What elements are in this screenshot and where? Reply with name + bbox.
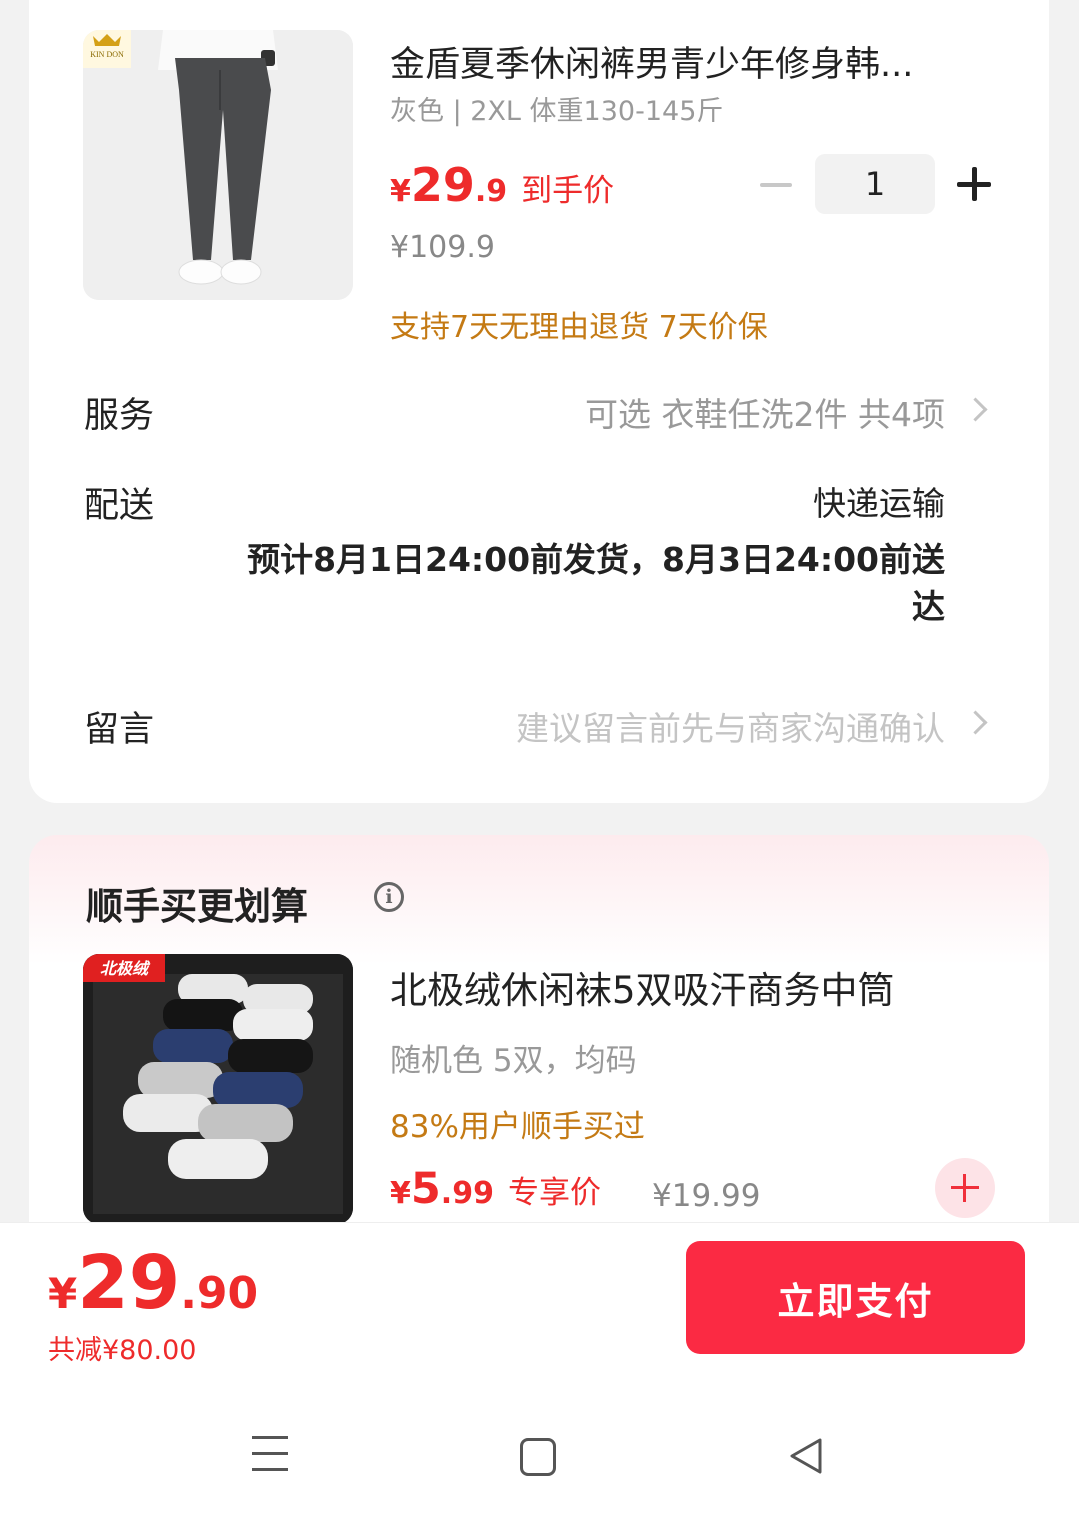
home-icon[interactable] (520, 1438, 556, 1476)
addon-bought-rate: 83%用户顺手买过 (390, 1109, 645, 1145)
product-spec[interactable]: 灰色 | 2XL 体重130-145斤 (390, 89, 723, 128)
message-input[interactable]: 建议留言前先与商家沟通确认 (516, 702, 945, 750)
price-currency: ¥ (390, 1176, 411, 1211)
brand-logo: 北极绒 (100, 959, 151, 978)
total-price: ¥29.90 (48, 1240, 258, 1326)
addon-price: ¥5.99 专享价 (390, 1164, 601, 1214)
guarantee-text: 支持7天无理由退货 7天价保 (390, 310, 768, 345)
total-integer: 29 (77, 1240, 181, 1326)
discount-text: 共减¥80.00 (48, 1335, 197, 1366)
brand-logo: KIN DON (90, 50, 124, 59)
addon-original-price: ¥19.99 (652, 1178, 761, 1214)
price-integer: 29 (410, 158, 475, 212)
delivery-label: 配送 (84, 486, 155, 526)
price-tag: 专享价 (507, 1175, 601, 1211)
product-image[interactable]: KIN DON (83, 30, 353, 300)
price-decimal: .9 (474, 174, 508, 209)
service-label: 服务 (84, 396, 155, 436)
addon-title[interactable]: 北极绒休闲袜5双吸汗商务中筒 (390, 960, 895, 1014)
delivery-estimate: 预计8月1日24:00前发货，8月3日24:00前送 (247, 540, 945, 579)
minus-icon (760, 183, 792, 187)
total-decimal: .90 (180, 1268, 259, 1319)
info-icon[interactable]: i (374, 882, 404, 912)
addon-product-image[interactable]: 北极绒 (83, 954, 353, 1224)
increase-quantity-button[interactable] (955, 162, 995, 206)
menu-icon[interactable] (252, 1436, 288, 1474)
product-title[interactable]: 金盾夏季休闲裤男青少年修身韩... (390, 36, 913, 87)
quantity-input[interactable]: 1 (815, 154, 935, 214)
price-decimal: .99 (440, 1176, 494, 1211)
price-integer: 5 (410, 1164, 441, 1214)
service-value[interactable]: 可选 衣鞋任洗2件 共4项 (585, 388, 945, 436)
message-label: 留言 (84, 710, 155, 750)
total-currency: ¥ (48, 1269, 78, 1318)
addon-spec: 随机色 5双，均码 (390, 1043, 637, 1079)
delivery-method: 快递运输 (813, 484, 945, 523)
price-tag: 到手价 (521, 173, 615, 209)
product-price: ¥29.9 到手价 (390, 158, 614, 212)
pay-now-button[interactable]: 立即支付 (686, 1241, 1025, 1354)
price-currency: ¥ (390, 174, 411, 209)
back-icon[interactable] (786, 1436, 826, 1476)
original-price: ¥109.9 (390, 230, 495, 265)
add-addon-button[interactable] (935, 1158, 995, 1218)
section-title: 顺手买更划算 (86, 885, 308, 928)
delivery-estimate-cont: 达 (912, 587, 945, 626)
decrease-quantity-button[interactable] (758, 160, 794, 210)
